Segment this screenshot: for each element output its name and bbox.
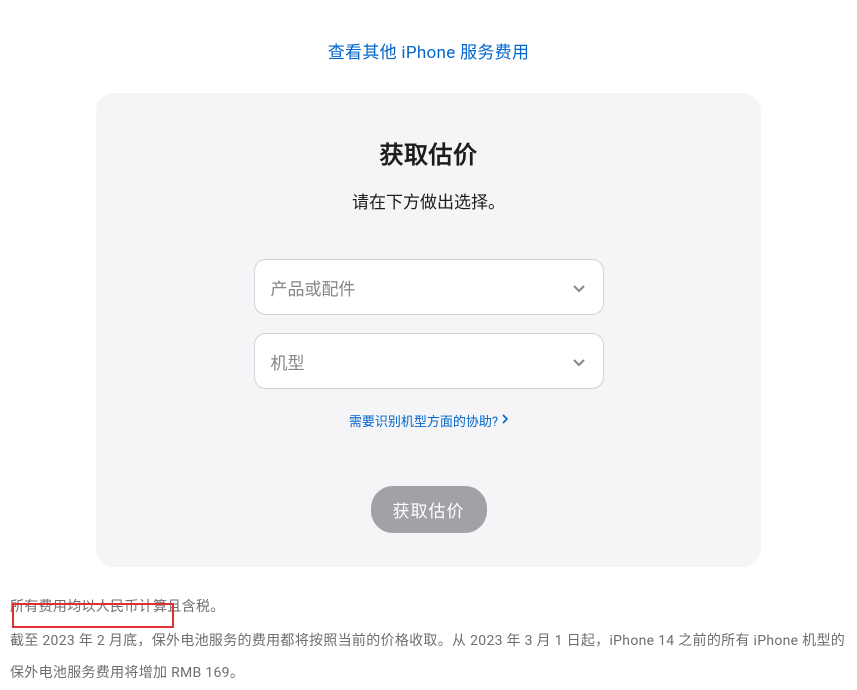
footer-line-1: 所有费用均以人民币计算且含税。 bbox=[10, 591, 847, 623]
chevron-right-icon bbox=[502, 413, 508, 428]
product-select[interactable]: 产品或配件 bbox=[254, 259, 604, 315]
footer-notes: 所有费用均以人民币计算且含税。 截至 2023 年 2 月底，保外电池服务的费用… bbox=[0, 567, 857, 690]
card-subtitle: 请在下方做出选择。 bbox=[136, 188, 721, 213]
model-select[interactable]: 机型 bbox=[254, 333, 604, 389]
other-services-link[interactable]: 查看其他 iPhone 服务费用 bbox=[328, 43, 530, 63]
get-estimate-button[interactable]: 获取估价 bbox=[371, 486, 487, 533]
estimate-card: 获取估价 请在下方做出选择。 产品或配件 机型 需要识别机型方面的协助? 获取估… bbox=[96, 93, 761, 567]
product-select-wrapper: 产品或配件 bbox=[254, 259, 604, 315]
product-select-placeholder: 产品或配件 bbox=[271, 275, 356, 300]
model-select-placeholder: 机型 bbox=[271, 349, 305, 374]
model-help-link[interactable]: 需要识别机型方面的协助? bbox=[349, 411, 508, 430]
help-link-text: 需要识别机型方面的协助? bbox=[349, 411, 498, 430]
model-select-wrapper: 机型 bbox=[254, 333, 604, 389]
card-title: 获取估价 bbox=[136, 135, 721, 170]
footer-line-2: 截至 2023 年 2 月底，保外电池服务的费用都将按照当前的价格收取。从 20… bbox=[10, 625, 847, 689]
